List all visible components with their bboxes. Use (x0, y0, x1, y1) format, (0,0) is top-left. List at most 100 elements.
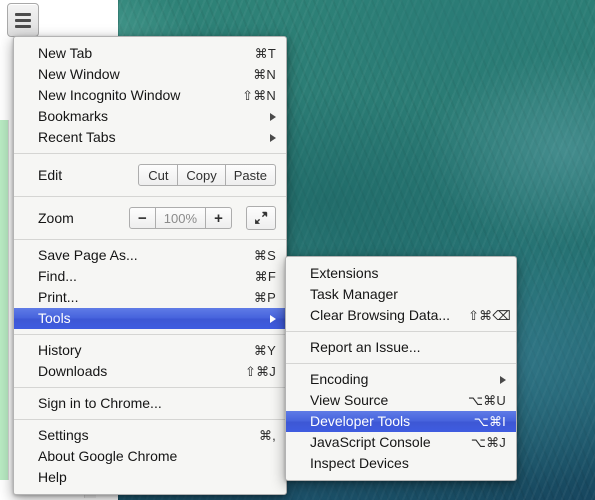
page-left-green-strip (0, 120, 9, 480)
submenu-arrow-icon (270, 112, 276, 121)
menu-item-label: View Source (310, 392, 389, 408)
menu-item-label: Print... (38, 289, 79, 305)
menu-item-shortcut: ⌘T (254, 45, 276, 61)
menu-item-label: Encoding (310, 371, 369, 387)
menu-item-history[interactable]: History ⌘Y (14, 340, 286, 361)
menu-item-shortcut: ⇧⌘⌫ (468, 307, 511, 323)
menu-item-tools[interactable]: Tools (14, 308, 286, 329)
menu-item-label: Task Manager (310, 286, 398, 302)
menu-item-javascript-console[interactable]: JavaScript Console ⌥⌘J (286, 432, 516, 453)
menu-item-new-tab[interactable]: New Tab ⌘T (14, 43, 286, 64)
menu-item-shortcut: ⌘F (254, 268, 276, 284)
menu-item-label: Help (38, 469, 67, 485)
menu-item-new-incognito-window[interactable]: New Incognito Window ⇧⌘N (14, 85, 286, 106)
menu-item-shortcut: ⌥⌘U (468, 392, 506, 408)
chrome-main-menu[interactable]: New Tab ⌘T New Window ⌘N New Incognito W… (13, 36, 287, 495)
menu-separator (286, 363, 516, 364)
menu-item-new-window[interactable]: New Window ⌘N (14, 64, 286, 85)
edit-row-label: Edit (38, 167, 63, 183)
fullscreen-arrows-icon (255, 211, 268, 224)
menu-row-zoom: Zoom − 100% + (14, 202, 286, 234)
menu-item-label: Clear Browsing Data... (310, 307, 451, 323)
menu-item-find[interactable]: Find... ⌘F (14, 266, 286, 287)
paste-button[interactable]: Paste (225, 164, 276, 186)
menu-item-shortcut: ⇧⌘N (242, 87, 276, 103)
menu-item-encoding[interactable]: Encoding (286, 369, 516, 390)
menu-group-signin: Sign in to Chrome... (14, 393, 286, 414)
menu-item-shortcut: ⌥⌘I (473, 413, 506, 429)
menu-item-label: Tools (38, 310, 71, 326)
submenu-arrow-icon (270, 133, 276, 142)
menu-separator (14, 239, 286, 240)
menu-group-file: Save Page As... ⌘S Find... ⌘F Print... ⌘… (14, 245, 286, 329)
menu-item-save-page-as[interactable]: Save Page As... ⌘S (14, 245, 286, 266)
submenu-group-three: Encoding View Source ⌥⌘U Developer Tools… (286, 369, 516, 474)
menu-row-edit: Edit Cut Copy Paste (14, 159, 286, 191)
tools-submenu[interactable]: Extensions Task Manager Clear Browsing D… (285, 256, 517, 481)
submenu-group-two: Report an Issue... (286, 337, 516, 358)
menu-item-developer-tools[interactable]: Developer Tools ⌥⌘I (286, 411, 516, 432)
menu-item-shortcut: ⌘, (258, 427, 276, 443)
menu-item-shortcut: ⌘P (253, 289, 276, 305)
hamburger-icon-bar (15, 18, 31, 22)
menu-item-label: New Incognito Window (38, 87, 181, 103)
menu-item-label: About Google Chrome (38, 448, 178, 464)
menu-separator (14, 153, 286, 154)
menu-item-label: Inspect Devices (310, 455, 409, 471)
submenu-group-one: Extensions Task Manager Clear Browsing D… (286, 263, 516, 326)
menu-item-label: Downloads (38, 363, 108, 379)
menu-group-settings: Settings ⌘, About Google Chrome Help (14, 425, 286, 488)
menu-item-task-manager[interactable]: Task Manager (286, 284, 516, 305)
menu-item-sign-in-to-chrome[interactable]: Sign in to Chrome... (14, 393, 286, 414)
menu-item-label: Find... (38, 268, 77, 284)
menu-item-label: History (38, 342, 82, 358)
zoom-out-button[interactable]: − (128, 207, 156, 229)
menu-item-shortcut: ⌥⌘J (470, 434, 506, 450)
menu-item-view-source[interactable]: View Source ⌥⌘U (286, 390, 516, 411)
copy-button[interactable]: Copy (178, 164, 226, 186)
menu-item-downloads[interactable]: Downloads ⇧⌘J (14, 361, 286, 382)
menu-item-settings[interactable]: Settings ⌘, (14, 425, 286, 446)
zoom-level-value: 100% (155, 207, 206, 229)
menu-item-label: Report an Issue... (310, 339, 421, 355)
menu-item-label: New Tab (38, 45, 93, 61)
submenu-arrow-icon (500, 375, 506, 384)
cut-button[interactable]: Cut (138, 164, 179, 186)
menu-item-label: Sign in to Chrome... (38, 395, 162, 411)
menu-item-inspect-devices[interactable]: Inspect Devices (286, 453, 516, 474)
menu-item-bookmarks[interactable]: Bookmarks (14, 106, 286, 127)
menu-item-shortcut: ⌘N (253, 66, 276, 82)
menu-item-about-google-chrome[interactable]: About Google Chrome (14, 446, 286, 467)
menu-separator (286, 331, 516, 332)
menu-item-print[interactable]: Print... ⌘P (14, 287, 286, 308)
menu-separator (14, 196, 286, 197)
menu-separator (14, 419, 286, 420)
menu-item-label: Extensions (310, 265, 379, 281)
menu-group-new: New Tab ⌘T New Window ⌘N New Incognito W… (14, 43, 286, 148)
menu-separator (14, 334, 286, 335)
menu-separator (14, 387, 286, 388)
zoom-row-label: Zoom (38, 210, 74, 226)
menu-item-recent-tabs[interactable]: Recent Tabs (14, 127, 286, 148)
menu-group-history: History ⌘Y Downloads ⇧⌘J (14, 340, 286, 382)
chrome-menu-button[interactable] (7, 3, 39, 37)
menu-item-extensions[interactable]: Extensions (286, 263, 516, 284)
zoom-button-group: − 100% + (128, 207, 232, 229)
menu-item-label: JavaScript Console (310, 434, 431, 450)
menu-item-label: Settings (38, 427, 89, 443)
menu-item-label: New Window (38, 66, 120, 82)
menu-item-shortcut: ⌘S (253, 247, 276, 263)
submenu-arrow-icon (270, 314, 276, 323)
menu-item-label: Save Page As... (38, 247, 138, 263)
menu-item-label: Bookmarks (38, 108, 109, 124)
hamburger-icon-bar (15, 24, 31, 28)
zoom-in-button[interactable]: + (206, 207, 232, 229)
menu-item-label: Developer Tools (310, 413, 411, 429)
menu-item-clear-browsing-data[interactable]: Clear Browsing Data... ⇧⌘⌫ (286, 305, 516, 326)
menu-item-label: Recent Tabs (38, 129, 116, 145)
fullscreen-button[interactable] (246, 206, 276, 230)
edit-button-group: Cut Copy Paste (138, 164, 276, 186)
menu-item-report-an-issue[interactable]: Report an Issue... (286, 337, 516, 358)
menu-item-help[interactable]: Help (14, 467, 286, 488)
menu-item-shortcut: ⇧⌘J (245, 363, 276, 379)
